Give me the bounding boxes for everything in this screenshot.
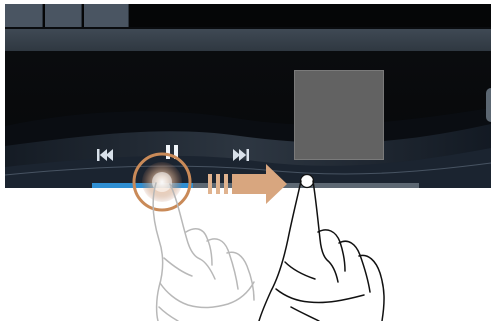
progress-fill	[92, 183, 194, 188]
pause-button[interactable]	[161, 141, 183, 163]
tab-2[interactable]	[45, 4, 82, 27]
album-art	[294, 70, 384, 160]
right-hand	[258, 173, 385, 321]
music-player-screen	[5, 4, 491, 188]
instruction-illustration	[0, 0, 493, 321]
progress-track[interactable]	[92, 183, 419, 188]
previous-track-button[interactable]	[92, 144, 118, 166]
toolbar	[5, 29, 491, 51]
side-handle[interactable]	[486, 88, 491, 122]
next-track-icon	[233, 149, 249, 161]
previous-track-icon	[97, 149, 113, 161]
tab-1[interactable]	[5, 4, 43, 27]
tab-3[interactable]	[84, 4, 129, 27]
pause-icon	[166, 145, 178, 159]
left-hand	[152, 182, 255, 321]
next-track-button[interactable]	[228, 144, 254, 166]
background-waves	[5, 108, 491, 188]
tab-bar	[5, 4, 491, 27]
